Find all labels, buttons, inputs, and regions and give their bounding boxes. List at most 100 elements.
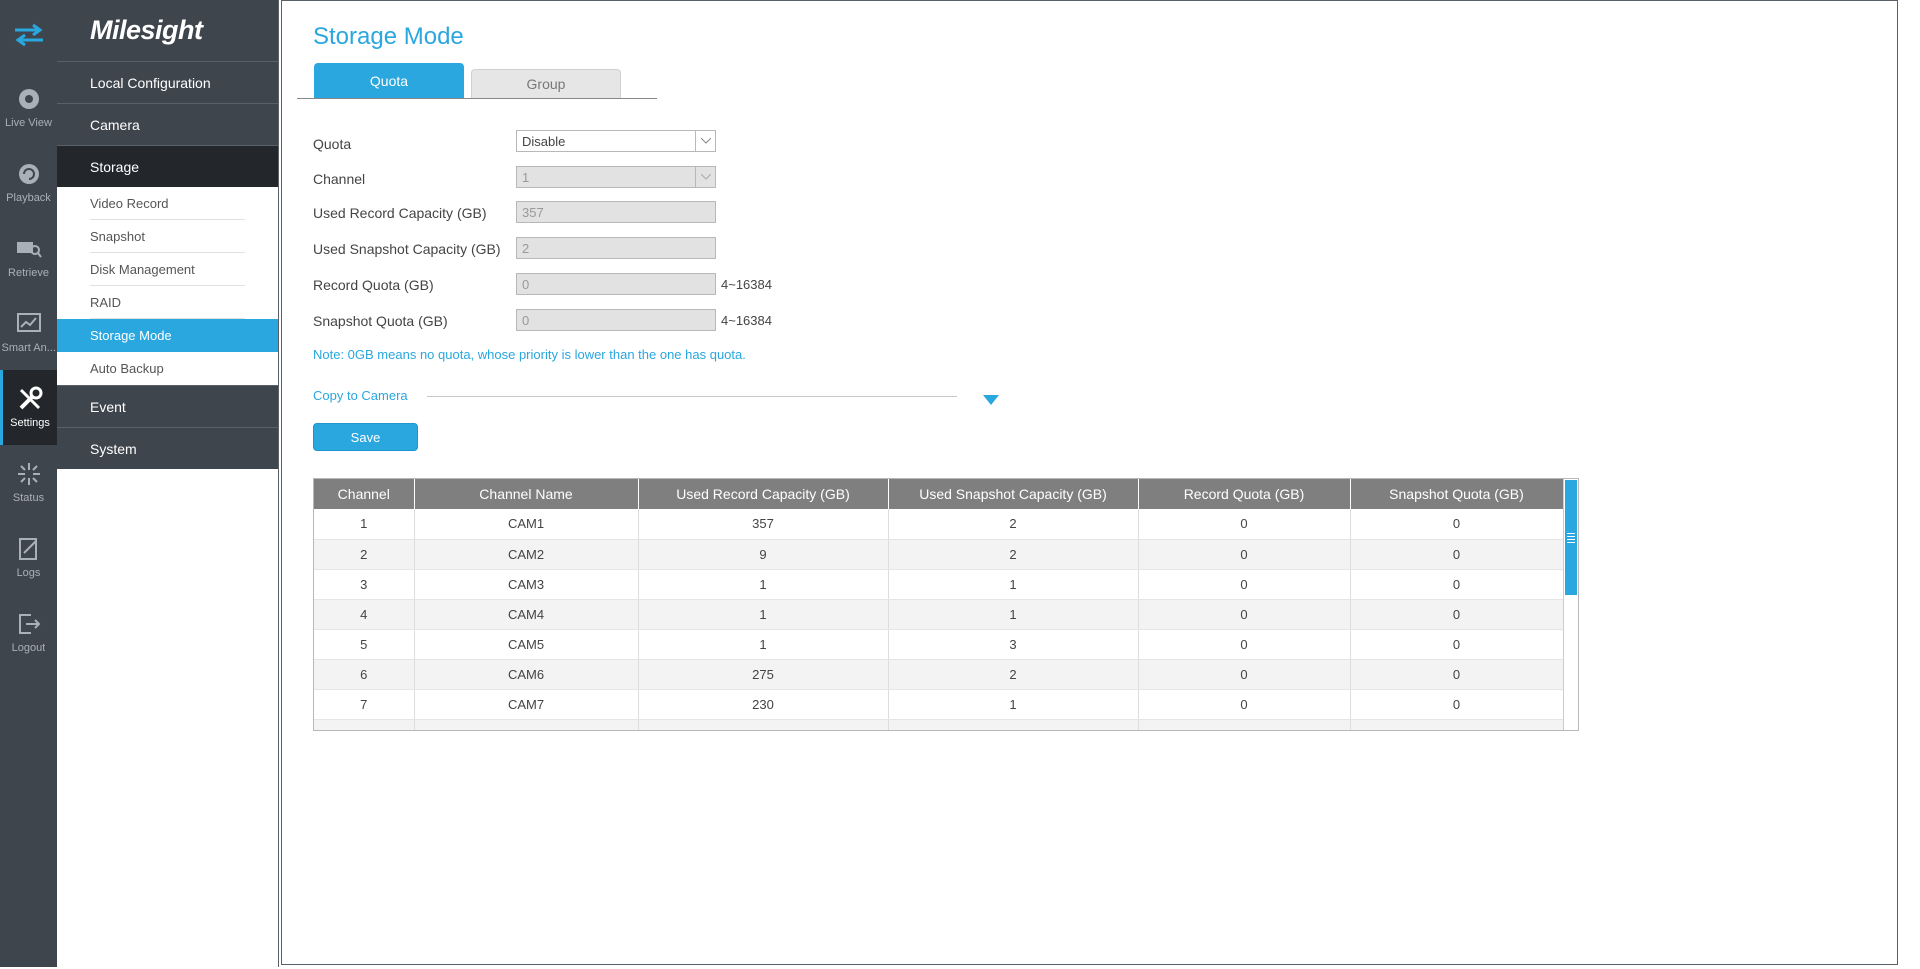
used-snapshot-capacity-field: 2 xyxy=(516,237,716,259)
table-row-partial xyxy=(314,719,1564,730)
cell: 1 xyxy=(888,689,1139,720)
cell: 7 xyxy=(314,689,415,720)
scrollbar-thumb[interactable] xyxy=(1565,480,1577,595)
menu-local-configuration[interactable]: Local Configuration xyxy=(57,61,278,103)
snapshot-quota-input[interactable]: 0 xyxy=(516,309,716,331)
quota-select[interactable]: Disable xyxy=(516,130,716,152)
cell: 0 xyxy=(1350,629,1564,660)
cell: 0 xyxy=(1138,539,1351,570)
cell: 6 xyxy=(314,659,415,690)
cell: 2 xyxy=(888,659,1139,690)
settings-sidebar: Milesight Local Configuration Camera Sto… xyxy=(57,0,279,967)
rail-item-logout[interactable]: Logout xyxy=(0,595,57,670)
used-snapshot-capacity-label: Used Snapshot Capacity (GB) xyxy=(313,241,501,257)
cell: 2 xyxy=(888,539,1139,570)
rail-label: Status xyxy=(12,492,45,504)
rail-item-status[interactable]: Status xyxy=(0,445,57,520)
app-nav-rail: Live View Playback Retrieve Smart An... … xyxy=(0,0,57,967)
table-row[interactable]: 2 CAM2 9 2 0 0 xyxy=(314,539,1564,570)
rail-item-playback[interactable]: Playback xyxy=(0,145,57,220)
cell: 0 xyxy=(1350,599,1564,630)
chevron-down-icon xyxy=(695,131,715,151)
cell: 0 xyxy=(1138,689,1351,720)
copy-to-camera-label[interactable]: Copy to Camera xyxy=(313,388,408,403)
channel-label: Channel xyxy=(313,171,366,187)
tab-group[interactable]: Group xyxy=(471,69,621,98)
expand-triangle-icon[interactable] xyxy=(983,392,999,410)
cell: CAM1 xyxy=(414,509,639,540)
cell: 0 xyxy=(1350,689,1564,720)
settings-icon xyxy=(17,386,43,412)
cell: 0 xyxy=(1138,569,1351,600)
snapshot-quota-range: 4~16384 xyxy=(721,313,772,328)
rail-item-settings[interactable]: Settings xyxy=(0,370,57,445)
rail-item-live-view[interactable]: Live View xyxy=(0,70,57,145)
submenu-disk-management[interactable]: Disk Management xyxy=(57,253,278,286)
cell: 230 xyxy=(638,689,889,720)
cell: 0 xyxy=(1350,569,1564,600)
smart-analysis-icon xyxy=(16,311,41,337)
cell: CAM7 xyxy=(414,689,639,720)
swap-icon[interactable] xyxy=(0,0,57,70)
copy-divider xyxy=(427,396,957,397)
rail-item-logs[interactable]: Logs xyxy=(0,520,57,595)
cell: 275 xyxy=(638,659,889,690)
cell: CAM6 xyxy=(414,659,639,690)
submenu-storage-mode[interactable]: Storage Mode xyxy=(57,319,278,352)
table-row[interactable]: 3 CAM3 1 1 0 0 xyxy=(314,569,1564,600)
used-record-capacity-field: 357 xyxy=(516,201,716,223)
cell: 2 xyxy=(888,509,1139,540)
rail-label: Playback xyxy=(6,192,51,204)
cell: CAM2 xyxy=(414,539,639,570)
main-content: Storage Mode Quota Group Quota Disable C… xyxy=(281,0,1898,965)
cell: CAM4 xyxy=(414,599,639,630)
submenu-auto-backup[interactable]: Auto Backup xyxy=(57,352,278,385)
submenu-snapshot[interactable]: Snapshot xyxy=(57,220,278,253)
channel-select: 1 xyxy=(516,166,716,188)
cell: 1 xyxy=(888,569,1139,600)
cell: 0 xyxy=(1350,659,1564,690)
cell: 0 xyxy=(1350,509,1564,540)
logout-icon xyxy=(17,611,41,637)
table-row[interactable]: 7 CAM7 230 1 0 0 xyxy=(314,689,1564,720)
cell: 357 xyxy=(638,509,889,540)
submenu-video-record[interactable]: Video Record xyxy=(57,187,278,220)
rail-label: Settings xyxy=(10,417,50,429)
record-quota-input[interactable]: 0 xyxy=(516,273,716,295)
tab-bar: Quota Group xyxy=(297,63,657,99)
menu-camera[interactable]: Camera xyxy=(57,103,278,145)
logo-area: Milesight xyxy=(57,0,278,61)
col-header: Used Record Capacity (GB) xyxy=(638,479,889,509)
menu-event[interactable]: Event xyxy=(57,385,278,427)
retrieve-icon xyxy=(16,236,42,262)
tab-quota[interactable]: Quota xyxy=(314,63,464,98)
playback-icon xyxy=(18,161,40,187)
table-row[interactable]: 6 CAM6 275 2 0 0 xyxy=(314,659,1564,690)
logs-icon xyxy=(18,536,40,562)
cell: 3 xyxy=(888,629,1139,660)
submenu-raid[interactable]: RAID xyxy=(57,286,278,319)
table-row[interactable]: 5 CAM5 1 3 0 0 xyxy=(314,629,1564,660)
cell: 0 xyxy=(1138,599,1351,630)
menu-system[interactable]: System xyxy=(57,427,278,469)
cell: 2 xyxy=(314,539,415,570)
menu-storage[interactable]: Storage xyxy=(57,145,278,187)
rail-label: Live View xyxy=(5,117,52,129)
cell: 0 xyxy=(1350,539,1564,570)
rail-item-retrieve[interactable]: Retrieve xyxy=(0,220,57,295)
table-row[interactable]: 4 CAM4 1 1 0 0 xyxy=(314,599,1564,630)
rail-label: Logout xyxy=(11,642,46,654)
save-button[interactable]: Save xyxy=(313,423,418,451)
cell: CAM5 xyxy=(414,629,639,660)
cell: 1 xyxy=(888,599,1139,630)
table-header-row: Channel Channel Name Used Record Capacit… xyxy=(314,479,1564,509)
cell: 0 xyxy=(1138,659,1351,690)
status-icon xyxy=(17,461,41,487)
record-quota-label: Record Quota (GB) xyxy=(313,277,434,293)
channel-select-value: 1 xyxy=(522,169,530,185)
rail-label: Smart An... xyxy=(1,342,56,354)
cell: 1 xyxy=(314,509,415,540)
rail-item-smart-analysis[interactable]: Smart An... xyxy=(0,295,57,370)
table-row[interactable]: 1 CAM1 357 2 0 0 xyxy=(314,509,1564,540)
table-scrollbar[interactable] xyxy=(1563,479,1578,730)
